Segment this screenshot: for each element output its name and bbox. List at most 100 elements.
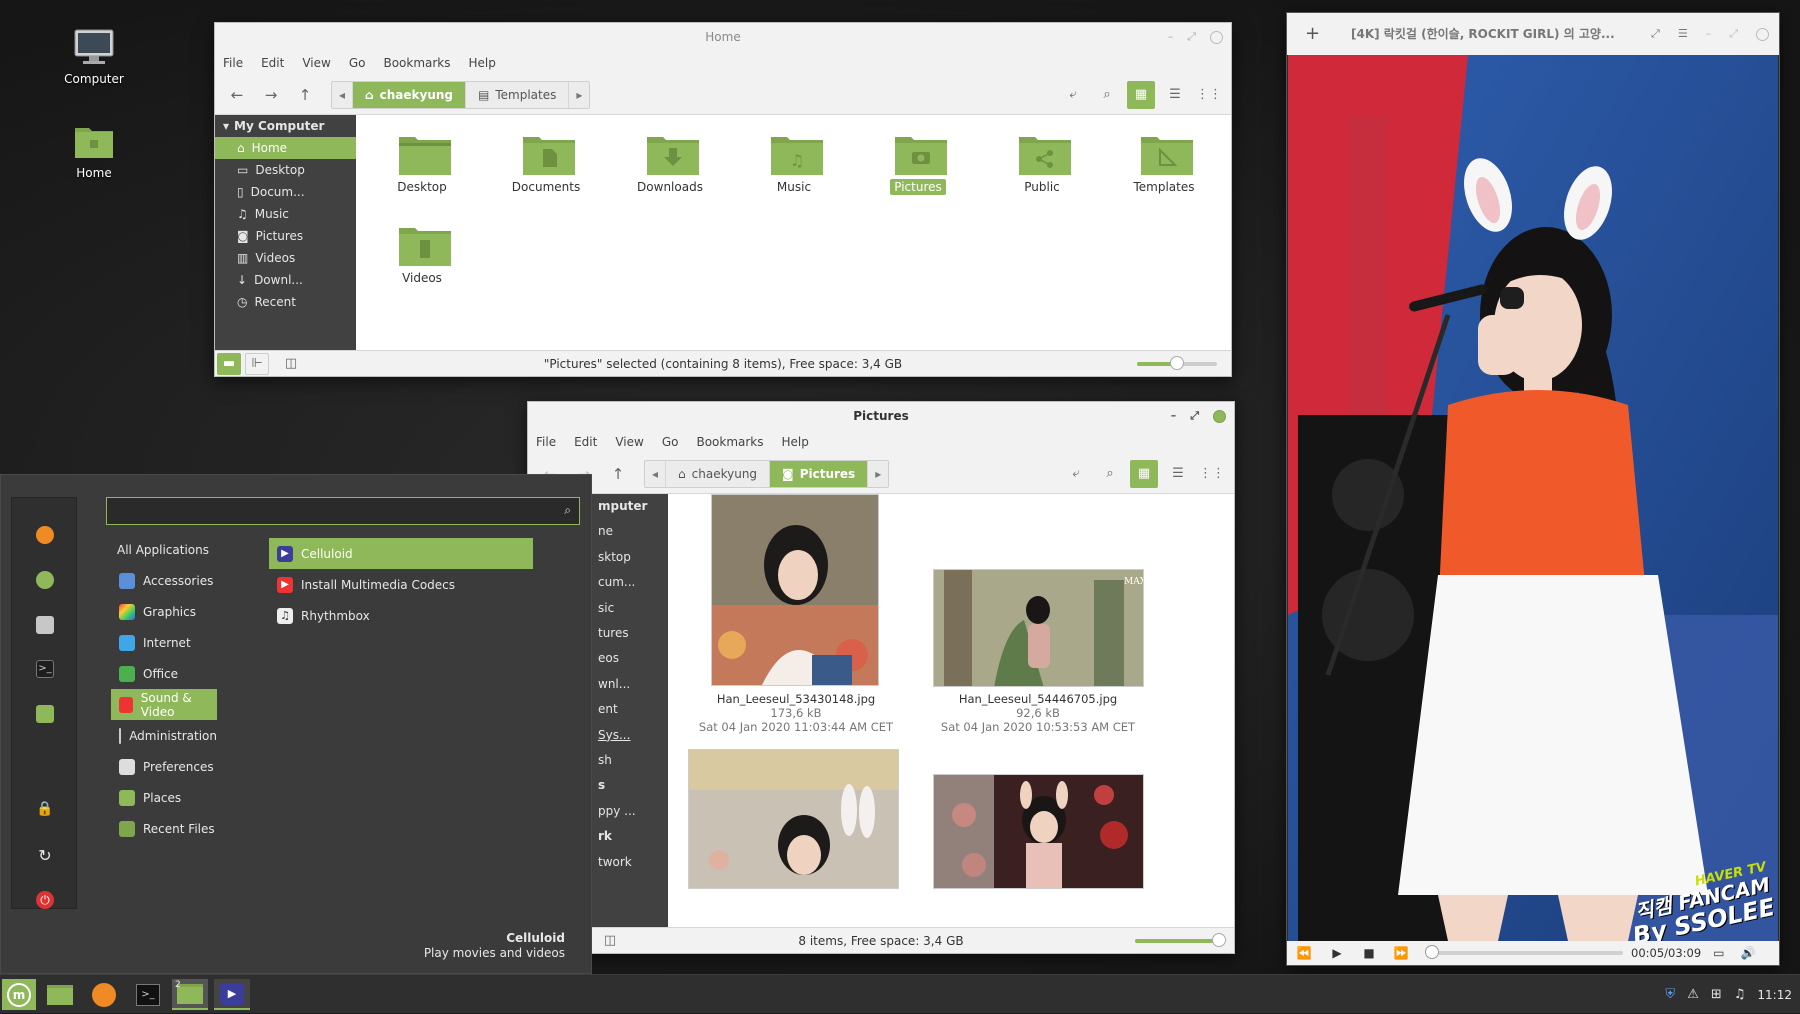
menu-help[interactable]: Help xyxy=(469,56,496,70)
category-sound-video[interactable]: Sound & Video xyxy=(111,689,217,720)
fast-forward-icon[interactable]: ⏩ xyxy=(1385,946,1417,960)
desktop-icon-computer[interactable]: Computer xyxy=(44,28,144,86)
favorite-terminal[interactable]: >_ xyxy=(12,660,78,678)
icon-view-icon[interactable]: ▦ xyxy=(1127,80,1155,109)
lock-screen-button[interactable]: 🔒 xyxy=(12,801,78,817)
sidebar-item[interactable]: sktop xyxy=(598,545,647,570)
menu-edit[interactable]: Edit xyxy=(574,435,597,449)
launcher-firefox[interactable] xyxy=(88,979,120,1010)
folder-public[interactable]: Public xyxy=(992,133,1092,195)
seek-bar-knob[interactable] xyxy=(1425,945,1440,959)
folder-templates[interactable]: Templates xyxy=(1114,133,1214,195)
sidebar-item[interactable]: rk xyxy=(598,824,647,849)
warning-icon[interactable]: ⚠ xyxy=(1687,987,1699,1002)
maximize-icon[interactable]: ⤢ xyxy=(1729,13,1738,55)
hide-sidebar-icon[interactable]: ◫ xyxy=(279,353,303,375)
show-places-icon[interactable]: ▬ xyxy=(217,352,241,375)
sidebar-item[interactable]: mputer xyxy=(598,494,647,519)
clock[interactable]: 11:12 xyxy=(1757,988,1792,1002)
minimize-icon[interactable]: – xyxy=(1168,23,1174,51)
category-places[interactable]: Places xyxy=(111,782,217,813)
breadcrumb-templates[interactable]: ▤ Templates xyxy=(466,81,570,108)
sidebar-item[interactable]: s xyxy=(598,773,647,798)
menu-view[interactable]: View xyxy=(615,435,643,449)
sidebar-item[interactable]: ent xyxy=(598,697,647,722)
sidebar-item-documents[interactable]: ▯ Docum... xyxy=(215,181,356,203)
minimize-icon[interactable]: – xyxy=(1706,13,1712,55)
show-tree-icon[interactable]: ⊩ xyxy=(245,352,269,375)
rewind-icon[interactable]: ⏪ xyxy=(1287,946,1321,960)
folder-downloads[interactable]: Downloads xyxy=(620,133,720,195)
breadcrumb-right-arrow-icon[interactable]: ▸ xyxy=(868,460,889,487)
menu-go[interactable]: Go xyxy=(349,56,366,70)
forward-icon[interactable]: → xyxy=(257,81,285,109)
breadcrumb-chaekyung[interactable]: ⌂ chaekyung xyxy=(666,460,771,487)
sidebar-item[interactable]: sic xyxy=(598,596,647,621)
close-icon[interactable] xyxy=(1213,409,1226,423)
sidebar-item[interactable]: ne xyxy=(598,519,647,544)
menu-help[interactable]: Help xyxy=(782,435,809,449)
window-titlebar[interactable]: + [4K] 락킷걸 (한이슬, ROCKIT GIRL) 의 고양... ⤢ … xyxy=(1287,13,1779,55)
sidebar-item[interactable]: sh xyxy=(598,748,647,773)
sidebar-item[interactable]: ppy ... xyxy=(598,799,647,824)
up-icon[interactable]: ↑ xyxy=(291,81,319,109)
category-administration[interactable]: Administration xyxy=(111,720,217,751)
search-icon[interactable]: ⌕ xyxy=(1096,460,1124,488)
sound-icon[interactable]: ♫ xyxy=(1734,987,1746,1002)
image-thumbnail[interactable] xyxy=(933,774,1144,889)
category-recent-files[interactable]: Recent Files xyxy=(111,813,217,844)
image-thumbnail[interactable] xyxy=(711,494,879,686)
breadcrumb-chaekyung[interactable]: ⌂ chaekyung xyxy=(353,81,466,108)
hide-sidebar-icon[interactable]: ◫ xyxy=(598,930,622,952)
zoom-slider-knob[interactable] xyxy=(1170,356,1184,370)
compact-view-icon[interactable]: ⋮⋮ xyxy=(1198,460,1226,488)
category-preferences[interactable]: Preferences xyxy=(111,751,217,782)
breadcrumb-left-arrow-icon[interactable]: ◂ xyxy=(332,81,354,108)
category-accessories[interactable]: Accessories xyxy=(111,565,217,596)
stop-icon[interactable]: ■ xyxy=(1353,946,1385,960)
window-titlebar[interactable]: Home – ⤢ xyxy=(215,23,1231,51)
video-frame[interactable]: HAVER TV 직캠 FANCAM By SSOLEE xyxy=(1288,55,1778,941)
sidebar-item[interactable]: twork xyxy=(598,850,647,875)
desktop-icon-home[interactable]: Home xyxy=(44,122,144,180)
category-all-applications[interactable]: All Applications xyxy=(111,534,231,565)
sidebar-item[interactable]: Sys... xyxy=(598,723,647,748)
sidebar-item-recent[interactable]: ◷ Recent xyxy=(215,291,356,313)
icon-view-icon[interactable]: ▦ xyxy=(1130,459,1158,488)
window-titlebar[interactable]: Pictures – ⤢ xyxy=(528,402,1234,430)
folder-music[interactable]: ♫ Music xyxy=(744,133,844,195)
app-rhythmbox[interactable]: ♫ Rhythmbox xyxy=(269,600,533,631)
breadcrumb-right-arrow-icon[interactable]: ▸ xyxy=(569,81,590,108)
zoom-slider[interactable] xyxy=(1137,356,1217,370)
menu-edit[interactable]: Edit xyxy=(261,56,284,70)
menu-icon[interactable]: ☰ xyxy=(1678,13,1688,55)
add-icon[interactable]: + xyxy=(1305,13,1320,55)
favorite-software-manager[interactable] xyxy=(12,571,78,589)
menu-bookmarks[interactable]: Bookmarks xyxy=(696,435,763,449)
sidebar-header[interactable]: ▾ My Computer xyxy=(215,115,356,137)
zoom-slider-knob[interactable] xyxy=(1212,933,1226,947)
network-icon[interactable]: ⊞ xyxy=(1711,987,1722,1002)
sidebar-item-desktop[interactable]: ▭ Desktop xyxy=(215,159,356,181)
seek-bar[interactable] xyxy=(1425,945,1623,959)
shield-icon[interactable]: ⛨ xyxy=(1665,987,1675,1002)
maximize-icon[interactable]: ⤢ xyxy=(1190,402,1199,430)
folder-documents[interactable]: Documents xyxy=(496,133,596,195)
search-field[interactable]: ⌕ xyxy=(106,497,580,525)
task-files[interactable]: 2 xyxy=(172,979,208,1010)
close-icon[interactable] xyxy=(1210,30,1223,44)
shutdown-button[interactable]: ⏻ xyxy=(12,891,78,909)
close-icon[interactable] xyxy=(1756,27,1769,41)
launcher-files[interactable] xyxy=(44,979,76,1010)
maximize-icon[interactable]: ⤢ xyxy=(1187,23,1196,51)
back-icon[interactable]: ← xyxy=(223,81,251,109)
folder-pictures[interactable]: Pictures xyxy=(868,133,968,195)
compact-view-icon[interactable]: ⋮⋮ xyxy=(1195,81,1223,109)
favorite-files[interactable] xyxy=(12,705,78,723)
toggle-location-icon[interactable]: ⤶ xyxy=(1062,460,1090,488)
subtitles-icon[interactable]: ▭ xyxy=(1713,946,1724,960)
menu-file[interactable]: File xyxy=(223,56,243,70)
sidebar-item[interactable]: wnl... xyxy=(598,672,647,697)
sidebar-item-home[interactable]: ⌂ Home xyxy=(215,137,356,159)
app-celluloid[interactable]: ▶ Celluloid xyxy=(269,538,533,569)
